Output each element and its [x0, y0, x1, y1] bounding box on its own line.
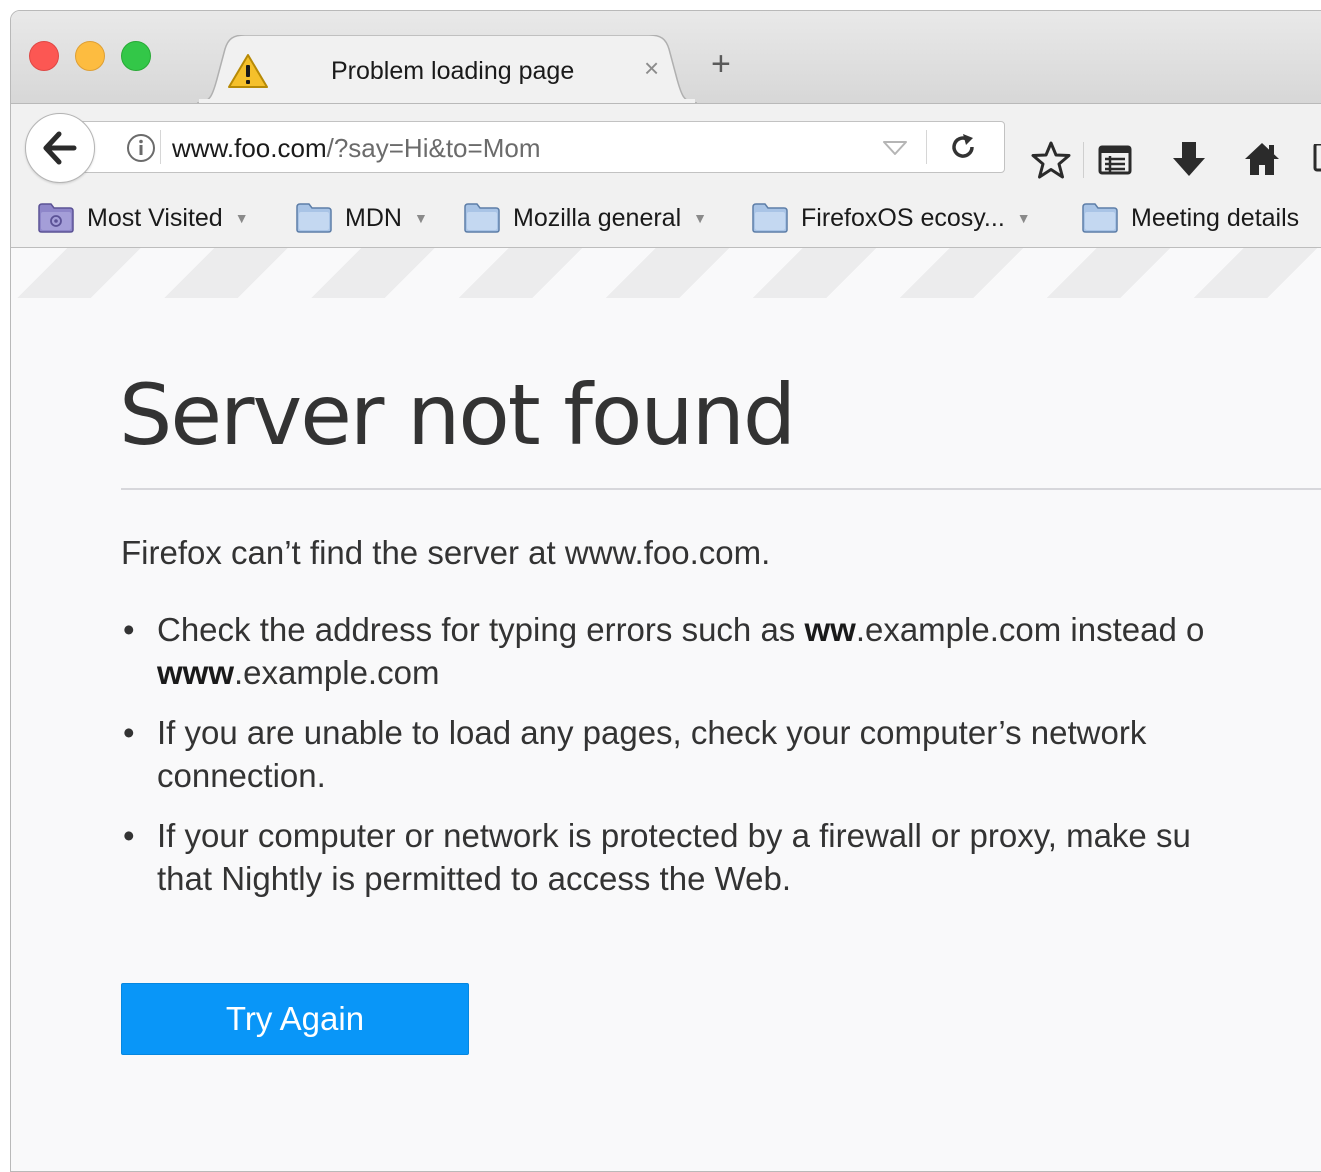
list-item: • Check the address for typing errors su…	[121, 608, 1321, 694]
home-icon[interactable]	[1243, 140, 1281, 178]
dropdown-icon[interactable]	[882, 140, 908, 156]
tab-close-icon[interactable]: ×	[644, 53, 659, 83]
tip-bold: ww	[804, 611, 856, 648]
bullet-icon: •	[123, 817, 135, 854]
bookmark-star-icon[interactable]	[1031, 140, 1071, 180]
tip-line: Check the address for typing errors such…	[157, 608, 1321, 651]
list-item: • If your computer or network is protect…	[121, 814, 1321, 900]
tips-list: • Check the address for typing errors su…	[121, 608, 1321, 917]
url-bar[interactable]: www.foo.com/?say=Hi&to=Mom	[73, 121, 1005, 173]
warning-icon	[228, 54, 268, 88]
bookmark-label: Mozilla general	[513, 203, 682, 232]
warning-stripes	[11, 248, 1321, 298]
toolbar-separator	[1083, 142, 1084, 178]
maximize-window-button[interactable]	[121, 41, 151, 71]
tip-bold: www	[157, 654, 235, 691]
tip-text: .example.com instead o	[855, 611, 1205, 648]
bookmarks-toolbar: Most Visited ▼ MDN ▼ Mozilla general ▼ F…	[11, 187, 1321, 248]
bookmark-label: FirefoxOS ecosy...	[801, 203, 1005, 232]
tip-line: www.example.com	[157, 651, 1321, 694]
tip-text: .example.com	[234, 654, 440, 691]
new-tab-button[interactable]: +	[711, 47, 731, 81]
bookmark-label: Meeting details	[1131, 203, 1300, 232]
url-divider-right	[926, 130, 927, 164]
info-icon[interactable]	[126, 133, 156, 163]
folder-icon	[296, 203, 332, 233]
bookmark-mozilla-general[interactable]: Mozilla general ▼	[463, 201, 707, 235]
bookmark-mdn[interactable]: MDN ▼	[295, 201, 428, 235]
tip-line: that Nightly is permitted to access the …	[157, 860, 792, 897]
folder-icon	[464, 203, 500, 233]
list-item: • If you are unable to load any pages, c…	[121, 711, 1321, 797]
chevron-down-icon: ▼	[693, 210, 707, 226]
bookmark-label: Most Visited	[87, 203, 223, 232]
browser-window: Problem loading page × + www.foo.com/?sa…	[10, 10, 1321, 1172]
error-description: Firefox can’t find the server at www.foo…	[121, 534, 771, 571]
tab-problem-loading-page[interactable]: Problem loading page ×	[197, 35, 697, 103]
bookmark-label: MDN	[345, 203, 402, 232]
page-title: Server not found	[119, 366, 796, 464]
url-path: /?say=Hi&to=Mom	[326, 133, 541, 163]
chevron-down-icon: ▼	[1016, 210, 1031, 226]
tip-text: Check the address for typing errors such…	[157, 611, 805, 648]
bookmark-meeting-details[interactable]: Meeting details	[1081, 201, 1299, 235]
url-divider	[160, 130, 161, 164]
try-again-button[interactable]: Try Again	[121, 983, 469, 1055]
navigation-toolbar: www.foo.com/?say=Hi&to=Mom	[11, 103, 1321, 188]
folder-icon	[1082, 203, 1118, 233]
tip-line: If your computer or network is protected…	[157, 817, 1191, 854]
toolbar-overflow-icon[interactable]	[1311, 144, 1321, 178]
close-window-button[interactable]	[29, 41, 59, 71]
title-divider	[121, 488, 1321, 490]
url-text[interactable]: www.foo.com/?say=Hi&to=Mom	[172, 133, 540, 164]
reload-icon[interactable]	[948, 132, 978, 162]
chevron-down-icon: ▼	[413, 210, 428, 226]
url-host: www.foo.com	[172, 133, 327, 163]
tip-line: connection.	[157, 757, 326, 794]
back-button[interactable]	[25, 113, 95, 183]
minimize-window-button[interactable]	[75, 41, 105, 71]
bullet-icon: •	[123, 714, 135, 751]
chevron-down-icon: ▼	[234, 210, 249, 226]
error-page: Server not found Firefox can’t find the …	[11, 248, 1321, 1171]
smart-folder-icon	[38, 203, 74, 233]
bullet-icon: •	[123, 611, 135, 648]
download-icon[interactable]	[1171, 140, 1207, 178]
tab-title: Problem loading page	[331, 57, 575, 85]
title-bar: Problem loading page × +	[11, 11, 1321, 103]
bookmark-most-visited[interactable]: Most Visited ▼	[37, 201, 249, 235]
folder-icon	[752, 203, 788, 233]
bookmark-firefoxos-ecosystem[interactable]: FirefoxOS ecosy... ▼	[751, 201, 1031, 235]
back-arrow-icon	[43, 131, 77, 165]
tip-line: If you are unable to load any pages, che…	[157, 714, 1147, 751]
reader-list-icon[interactable]	[1097, 142, 1133, 178]
